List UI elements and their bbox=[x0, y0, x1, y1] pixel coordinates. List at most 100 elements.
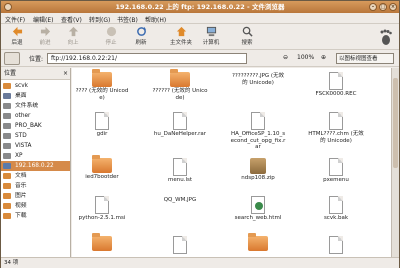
place-icon bbox=[3, 113, 11, 119]
file-item[interactable]: pxemenu bbox=[308, 158, 364, 184]
zoom-in-icon[interactable]: ⊕ bbox=[321, 54, 326, 61]
menu-edit[interactable]: 编辑(E) bbox=[33, 15, 53, 24]
file-name: ?????? (无效的 Unicode) bbox=[152, 88, 208, 101]
search-button[interactable]: 搜索 bbox=[233, 26, 261, 48]
file-item[interactable]: HTML????.chm (无效的 Unicode) bbox=[308, 112, 364, 144]
sidebar-item[interactable]: 下载 bbox=[1, 211, 70, 221]
back-arrow-icon bbox=[12, 26, 22, 37]
file-item[interactable]: ?????? (无效的 Unicode) bbox=[152, 69, 208, 101]
scrollbar-thumb[interactable] bbox=[393, 78, 398, 168]
place-icon bbox=[3, 123, 11, 129]
sidebar-close-icon[interactable]: × bbox=[63, 68, 68, 79]
place-icon bbox=[3, 103, 11, 109]
sidebar-item[interactable]: VISTA bbox=[1, 141, 70, 151]
sidebar-item-label: 图片 bbox=[15, 193, 27, 199]
file-item[interactable]: scvk.bak bbox=[308, 196, 364, 222]
sidebar-item[interactable]: 音乐 bbox=[1, 181, 70, 191]
file-item[interactable]: search_web.html bbox=[230, 196, 286, 222]
location-input[interactable]: ftp://192.168.0.22:21/ bbox=[47, 53, 247, 64]
folder-icon bbox=[170, 69, 190, 87]
menu-bookmarks[interactable]: 书签(B) bbox=[117, 15, 138, 24]
window-menu-icon[interactable] bbox=[4, 3, 12, 11]
vertical-scrollbar[interactable] bbox=[391, 68, 399, 257]
sidebar-item[interactable]: 桌面 bbox=[1, 91, 70, 101]
sidebar-item[interactable]: scvk bbox=[1, 81, 70, 91]
file-item[interactable] bbox=[308, 236, 364, 255]
toggle-location-icon[interactable] bbox=[4, 52, 20, 65]
sidebar-item-label: VISTA bbox=[15, 143, 32, 149]
sidebar-item[interactable]: 图片 bbox=[1, 191, 70, 201]
menu-view[interactable]: 查看(V) bbox=[61, 15, 82, 24]
toolbar: 后退 前进 向上 停止 刷新 主文件夹 计算机 搜索 bbox=[1, 24, 399, 50]
sidebar-item[interactable]: STD bbox=[1, 131, 70, 141]
sidebar-item[interactable]: XP bbox=[1, 151, 70, 161]
up-arrow-icon bbox=[68, 26, 78, 37]
file-item[interactable] bbox=[230, 233, 286, 252]
file-item[interactable]: FSCK0000.REC bbox=[308, 72, 364, 98]
file-item[interactable]: ???? (无效的 Unicode) bbox=[74, 69, 130, 101]
place-icon bbox=[3, 173, 11, 179]
zoom-out-icon[interactable]: ⊖ bbox=[283, 54, 288, 61]
menu-bar: 文件(F) 编辑(E) 查看(V) 转到(G) 书签(B) 帮助(H) bbox=[1, 13, 399, 24]
home-button[interactable]: 主文件夹 bbox=[167, 26, 195, 48]
file-name: FSCK0000.REC bbox=[315, 91, 357, 97]
menu-file[interactable]: 文件(F) bbox=[5, 15, 25, 24]
file-name: scvk.bak bbox=[323, 215, 349, 221]
file-item[interactable]: HA_OfficeSP_1.10_second_cut_opg_fix.rar bbox=[230, 112, 286, 151]
sidebar-item[interactable]: other bbox=[1, 111, 70, 121]
file-name: hu_DaNeHelper.rar bbox=[153, 131, 207, 137]
sidebar-item[interactable]: 192.168.0.22 bbox=[1, 161, 70, 171]
file-item[interactable]: python-2.5.1.msi bbox=[74, 196, 130, 222]
zoom-level[interactable]: 100% bbox=[297, 54, 314, 61]
file-name: ndsp108.zip bbox=[241, 175, 275, 181]
title-bar: 192.168.0.22 上的 ftp: 192.168.0.22 - 文件浏览… bbox=[1, 1, 399, 13]
reload-button[interactable]: 刷新 bbox=[127, 26, 155, 48]
folder-icon bbox=[92, 233, 112, 251]
back-label: 后退 bbox=[11, 40, 23, 46]
minimize-icon[interactable]: – bbox=[369, 3, 377, 11]
file-name: search_web.html bbox=[234, 215, 282, 221]
file-item[interactable] bbox=[152, 236, 208, 255]
file-item[interactable]: ?????????.JPG (无效的 Unicode) bbox=[230, 72, 286, 86]
file-item[interactable] bbox=[74, 233, 130, 252]
file-name: HA_OfficeSP_1.10_second_cut_opg_fix.rar bbox=[230, 131, 286, 150]
up-button[interactable]: 向上 bbox=[59, 26, 87, 48]
close-icon[interactable]: × bbox=[389, 3, 397, 11]
computer-label: 计算机 bbox=[202, 40, 220, 46]
file-item[interactable]: QQ_WM.JPG bbox=[152, 196, 208, 204]
doc-icon bbox=[173, 236, 187, 254]
file-item[interactable]: ndsp108.zip bbox=[230, 158, 286, 182]
sidebar-item-label: STD bbox=[15, 133, 27, 139]
file-browser-window: 192.168.0.22 上的 ftp: 192.168.0.22 - 文件浏览… bbox=[0, 0, 400, 268]
place-icon bbox=[3, 143, 11, 149]
sidebar-item-label: XP bbox=[15, 153, 23, 159]
doc-icon bbox=[173, 158, 187, 176]
sidebar-item[interactable]: 文件系统 bbox=[1, 101, 70, 111]
file-name: ?????????.JPG (无效的 Unicode) bbox=[231, 73, 285, 86]
file-item[interactable]: menu.lst bbox=[152, 158, 208, 184]
file-item[interactable]: ied7bootder bbox=[74, 155, 130, 181]
back-button[interactable]: 后退 bbox=[3, 26, 31, 48]
stop-button[interactable]: 停止 bbox=[97, 26, 125, 48]
sidebar-header[interactable]: 位置 × bbox=[1, 68, 70, 80]
sidebar-item[interactable]: 文档 bbox=[1, 171, 70, 181]
sidebar-item[interactable]: PRO_BAK bbox=[1, 121, 70, 131]
sidebar-header-label: 位置 bbox=[4, 70, 17, 77]
menu-help[interactable]: 帮助(H) bbox=[145, 15, 166, 24]
place-icon bbox=[3, 203, 11, 209]
computer-button[interactable]: 计算机 bbox=[197, 26, 225, 48]
menu-go[interactable]: 转到(G) bbox=[89, 15, 110, 24]
file-item[interactable]: hu_DaNeHelper.rar bbox=[152, 112, 208, 138]
file-name: python-2.5.1.msi bbox=[78, 215, 126, 221]
file-name: pxemenu bbox=[323, 177, 349, 183]
file-item[interactable]: gdir bbox=[74, 112, 130, 138]
forward-button[interactable]: 前进 bbox=[31, 26, 59, 48]
place-icon bbox=[3, 153, 11, 159]
doc-icon bbox=[329, 72, 343, 90]
file-name: HTML????.chm (无效的 Unicode) bbox=[308, 131, 364, 144]
maximize-icon[interactable]: □ bbox=[379, 3, 387, 11]
file-name: gdir bbox=[96, 131, 108, 137]
view-mode-select[interactable]: 以图标视图查看 bbox=[336, 53, 394, 64]
place-icon bbox=[3, 183, 11, 189]
sidebar-item[interactable]: 视频 bbox=[1, 201, 70, 211]
